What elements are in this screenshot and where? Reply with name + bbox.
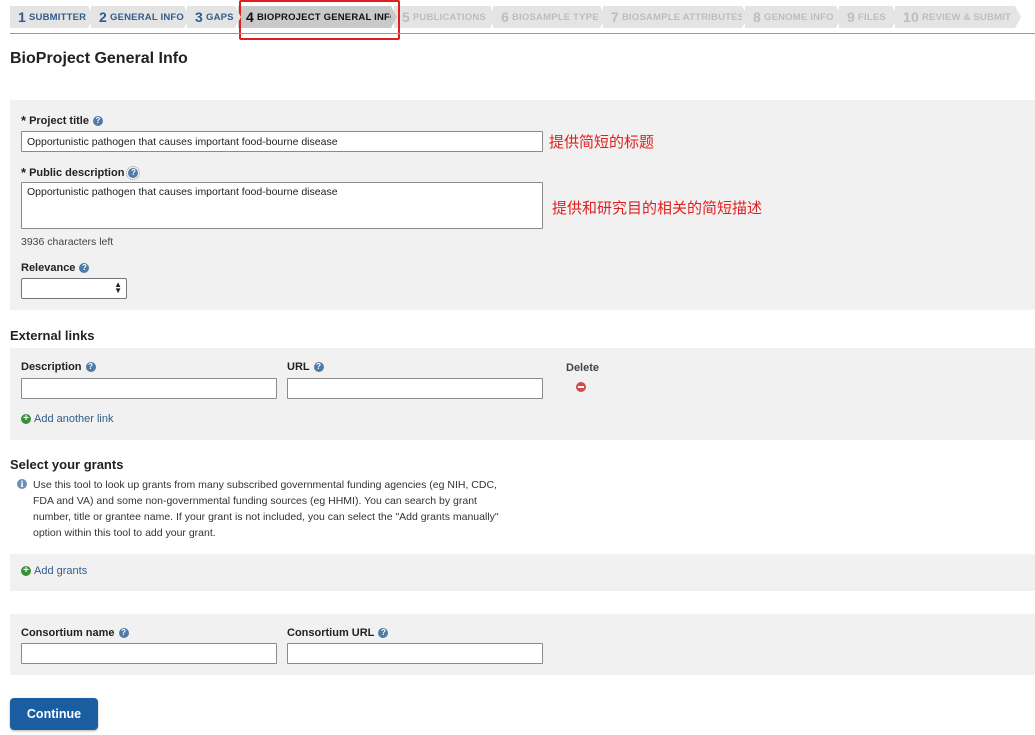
step-label: PUBLICATIONS <box>413 11 486 23</box>
project-title-input[interactable] <box>21 131 543 152</box>
step-number: 9 <box>847 9 855 25</box>
step-number: 6 <box>501 9 509 25</box>
required-marker: * <box>21 113 27 128</box>
step-label: GAPS <box>206 11 234 23</box>
step-label: SUBMITTER <box>29 11 87 23</box>
step-label: REVIEW & SUBMIT <box>921 11 1012 23</box>
step-number: 2 <box>99 9 107 25</box>
required-marker: * <box>21 165 27 180</box>
link-url-label: URL ? <box>287 361 324 373</box>
grants-info-line: FDA and VA) and some non-governmental fu… <box>33 495 477 507</box>
step-number: 7 <box>611 9 619 25</box>
step-label: BIOSAMPLE TYPE <box>512 11 599 23</box>
step-submitter[interactable]: 1 SUBMITTER <box>10 6 94 28</box>
plus-circle-icon: + <box>21 566 31 576</box>
grants-panel <box>10 554 1035 591</box>
help-icon[interactable]: ? <box>378 628 389 638</box>
project-title-label-text: Project title <box>29 114 89 127</box>
consortium-url-label-text: Consortium URL <box>287 627 375 639</box>
add-another-link[interactable]: + Add another link <box>21 413 114 425</box>
external-links-title: External links <box>10 328 95 343</box>
public-description-label-text: Public description <box>29 166 125 179</box>
project-title-label: * Project title ? <box>21 113 103 128</box>
step-number: 8 <box>753 9 761 25</box>
link-description-label-text: Description <box>21 361 82 373</box>
add-another-link-text: Add another link <box>34 413 114 425</box>
step-number: 5 <box>402 9 410 25</box>
step-review-submit[interactable]: 10 REVIEW & SUBMIT <box>895 6 1021 28</box>
step-label: BIOPROJECT GENERAL INFO <box>257 11 398 23</box>
help-icon[interactable]: ? <box>85 362 96 372</box>
progress-stepper: 1 SUBMITTER 2 GENERAL INFO 3 GAPS 4 BIOP… <box>10 6 1035 28</box>
link-description-input[interactable] <box>21 378 277 399</box>
delete-column-label: Delete <box>566 362 600 374</box>
plus-circle-icon: + <box>21 414 31 424</box>
step-label: GENERAL INFO <box>110 11 185 23</box>
step-bioproject-general-info[interactable]: 4 BIOPROJECT GENERAL INFO <box>238 6 397 28</box>
help-icon[interactable]: ? <box>92 115 103 126</box>
step-biosample-type[interactable]: 6 BIOSAMPLE TYPE <box>493 6 606 28</box>
delete-link-icon[interactable] <box>576 382 586 392</box>
grants-info-line: Use this tool to look up grants from man… <box>33 479 497 491</box>
continue-button[interactable]: Continue <box>10 698 98 730</box>
select-arrows-icon: ▲ ▼ <box>114 280 122 295</box>
step-number: 1 <box>18 9 26 25</box>
project-title-annotation: 提供简短的标题 <box>549 133 655 151</box>
relevance-label-text: Relevance <box>21 262 76 274</box>
step-publications[interactable]: 5 PUBLICATIONS <box>394 6 496 28</box>
step-label: BIOSAMPLE ATTRIBUTES <box>622 11 745 23</box>
consortium-url-input[interactable] <box>287 643 543 664</box>
consortium-name-input[interactable] <box>21 643 277 664</box>
step-general-info[interactable]: 2 GENERAL INFO <box>91 6 190 28</box>
step-number: 3 <box>195 9 203 25</box>
step-label: GENOME INFO <box>764 11 834 23</box>
relevance-select[interactable]: ▲ ▼ <box>21 278 127 299</box>
link-url-input[interactable] <box>287 378 543 399</box>
link-description-label: Description ? <box>21 361 96 373</box>
consortium-url-label: Consortium URL ? <box>287 627 389 639</box>
step-genome-info[interactable]: 8 GENOME INFO <box>745 6 842 28</box>
help-icon[interactable]: ? <box>79 263 90 273</box>
help-icon[interactable]: ? <box>126 165 141 180</box>
grants-title: Select your grants <box>10 457 124 472</box>
grants-info-line: number, title or grantee name. If your g… <box>33 511 499 523</box>
consortium-name-label-text: Consortium name <box>21 627 115 639</box>
public-description-textarea[interactable]: Opportunistic pathogen that causes impor… <box>21 182 543 229</box>
stepper-divider <box>10 33 1035 34</box>
step-gaps[interactable]: 3 GAPS <box>187 6 241 28</box>
characters-left-counter: 3936 characters left <box>21 236 114 248</box>
step-number: 10 <box>903 9 919 25</box>
step-biosample-attributes[interactable]: 7 BIOSAMPLE ATTRIBUTES <box>603 6 748 28</box>
step-label: FILES <box>858 11 886 23</box>
link-url-label-text: URL <box>287 361 310 373</box>
help-icon[interactable]: ? <box>313 362 324 372</box>
add-grants-link[interactable]: + Add grants <box>21 565 87 577</box>
grants-info-text: Use this tool to look up grants from man… <box>33 477 499 541</box>
relevance-label: Relevance ? <box>21 262 90 274</box>
grants-info-line: option within this tool to add your gran… <box>33 527 216 539</box>
public-description-label: * Public description ? <box>21 165 141 180</box>
consortium-name-label: Consortium name ? <box>21 627 129 639</box>
help-icon[interactable]: ? <box>118 628 129 638</box>
step-number: 4 <box>246 9 254 25</box>
add-grants-text: Add grants <box>34 565 88 577</box>
page-title: BioProject General Info <box>10 50 188 67</box>
public-description-annotation: 提供和研究目的相关的简短描述 <box>552 199 763 217</box>
step-files[interactable]: 9 FILES <box>839 6 898 28</box>
info-icon: i <box>17 479 27 489</box>
